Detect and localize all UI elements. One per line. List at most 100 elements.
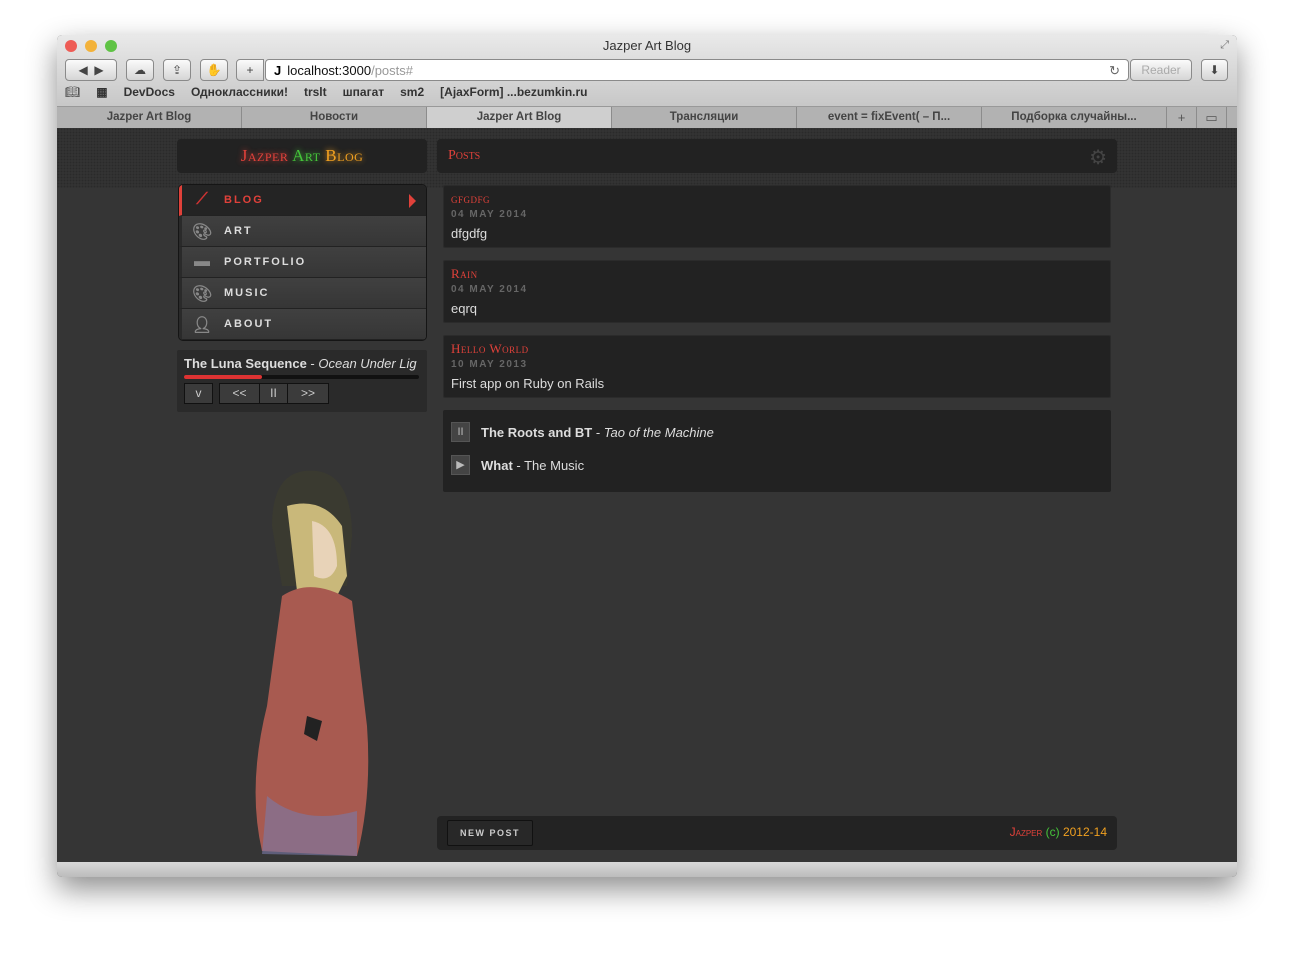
tab[interactable]: Jazper Art Blog: [57, 107, 242, 128]
status-bar: [57, 862, 1237, 877]
bookmark[interactable]: trslt: [304, 85, 327, 99]
reading-list-icon[interactable]: 📖︎: [65, 85, 80, 99]
post-title[interactable]: Rain: [451, 266, 478, 282]
tab-bar: Jazper Art Blog Новости Jazper Art Blog …: [57, 106, 1237, 128]
nav-item-about[interactable]: 👤︎ ABOUT: [179, 309, 426, 340]
briefcase-icon: ▬: [194, 253, 212, 270]
sep: -: [306, 356, 319, 371]
icloud-icon[interactable]: ☁: [126, 59, 154, 81]
site-logo[interactable]: Jazper Art Blog: [177, 139, 427, 173]
tab[interactable]: Трансляции: [612, 107, 797, 128]
reader-button[interactable]: Reader: [1130, 59, 1192, 81]
new-post-button[interactable]: NEW POST: [447, 820, 533, 846]
address-bar[interactable]: J localhost:3000/posts# ↻: [265, 59, 1129, 81]
bookmark[interactable]: шпагат: [343, 85, 384, 99]
music-player: The Luna Sequence - Ocean Under Lig v <<…: [177, 350, 427, 412]
prev-button[interactable]: <<: [219, 383, 260, 404]
bookmark[interactable]: sm2: [400, 85, 424, 99]
downloads-icon[interactable]: ⬇: [1201, 59, 1228, 81]
nav-item-portfolio[interactable]: ▬ PORTFOLIO: [179, 247, 426, 278]
footer: NEW POST Jazper (c) 2012-14: [437, 816, 1117, 850]
bookmarks-bar: 📖︎ ▦ DevDocs Одноклассники! trslt шпагат…: [65, 85, 588, 99]
playlist-item[interactable]: II The Roots and BT - Tao of the Machine: [451, 422, 714, 442]
post-date: 04 MAY 2014: [451, 209, 528, 220]
post-title[interactable]: Hello World: [451, 341, 529, 357]
progress-fill: [184, 375, 262, 379]
posts-header: Posts ⚙: [437, 139, 1117, 173]
active-arrow-icon: [409, 194, 416, 208]
nav-item-art[interactable]: 🎨︎ ART: [179, 216, 426, 247]
bookmark[interactable]: Одноклассники!: [191, 85, 288, 99]
track: Ocean Under Lig: [318, 356, 417, 371]
top-sites-icon[interactable]: ▦: [96, 85, 107, 99]
logo-part: Blog: [325, 146, 364, 165]
post-date: 10 MAY 2013: [451, 359, 528, 370]
artist: The Roots and BT: [481, 424, 593, 440]
bookmark[interactable]: DevDocs: [124, 85, 175, 99]
pause-button[interactable]: II: [259, 383, 288, 404]
playlist: II The Roots and BT - Tao of the Machine…: [443, 410, 1111, 492]
tab-active[interactable]: Jazper Art Blog: [427, 107, 612, 128]
post-item[interactable]: Rain 04 MAY 2014 eqrq: [443, 260, 1111, 323]
now-playing: The Luna Sequence - Ocean Under Lig: [184, 356, 420, 371]
copyright: Jazper (c) 2012-14: [1010, 825, 1107, 839]
reload-icon[interactable]: ↻: [1109, 63, 1120, 79]
user-icon: 👤︎: [192, 317, 215, 334]
palette-icon: 🎨︎: [192, 224, 215, 241]
window-title: Jazper Art Blog: [602, 38, 692, 53]
post-item[interactable]: Hello World 10 MAY 2013 First app on Rub…: [443, 335, 1111, 398]
post-body: dfgdfg: [451, 226, 488, 241]
fullscreen-icon[interactable]: ⤢: [1220, 39, 1229, 52]
artist: What: [481, 457, 513, 473]
brush-icon: ⟋: [196, 191, 210, 208]
copy-years: 2012-14: [1062, 825, 1107, 839]
toggle-button[interactable]: v: [184, 383, 213, 404]
url-path: /posts#: [371, 62, 413, 78]
gear-icon[interactable]: ⚙: [1089, 145, 1107, 170]
browser-window: Jazper Art Blog ⤢ ◀ ▶ ☁ ⇪ ✋ + J localhos…: [57, 35, 1237, 877]
playlist-item[interactable]: ▶ What - The Music: [451, 455, 584, 475]
play-icon[interactable]: ▶: [451, 455, 470, 475]
post-body: eqrq: [451, 301, 478, 316]
sep: -: [512, 457, 525, 473]
nav-label: ABOUT: [224, 318, 274, 330]
nav-item-blog[interactable]: ⟋ BLOG: [179, 185, 426, 216]
nav-label: PORTFOLIO: [224, 256, 307, 268]
adblock-icon[interactable]: ✋: [200, 59, 228, 81]
character-illustration: [255, 470, 369, 856]
copy-name: Jazper: [1009, 825, 1043, 839]
track: Tao of the Machine: [603, 424, 714, 440]
tab[interactable]: event = fixEvent( – П...: [797, 107, 982, 128]
back-forward-buttons[interactable]: ◀ ▶: [65, 59, 117, 81]
sep: -: [592, 424, 604, 440]
logo-part: Jazper: [240, 146, 293, 165]
nav-label: MUSIC: [224, 287, 270, 299]
nav-item-music[interactable]: 🎨︎ MUSIC: [179, 278, 426, 309]
url-host: localhost:3000: [287, 62, 372, 78]
copy-c: (c): [1042, 825, 1063, 839]
progress-bar[interactable]: [184, 375, 419, 379]
artist: The Luna Sequence: [184, 356, 307, 371]
page-title: Posts: [448, 148, 481, 163]
site-favicon-icon: J: [274, 62, 282, 78]
new-tab-button[interactable]: +: [1167, 107, 1197, 128]
tab-overview-icon[interactable]: ▭: [1197, 107, 1227, 128]
track: The Music: [524, 457, 585, 473]
tab[interactable]: Новости: [242, 107, 427, 128]
browser-chrome: Jazper Art Blog ⤢ ◀ ▶ ☁ ⇪ ✋ + J localhos…: [57, 35, 1237, 128]
bookmark[interactable]: [AjaxForm] ...bezumkin.ru: [440, 85, 587, 99]
palette-icon: 🎨︎: [192, 286, 215, 303]
logo-part: Art: [292, 146, 326, 165]
post-body: First app on Ruby on Rails: [451, 376, 605, 391]
pause-icon[interactable]: II: [451, 422, 470, 442]
post-item[interactable]: gfgdfg 04 MAY 2014 dfgdfg: [443, 185, 1111, 248]
nav-label: BLOG: [224, 194, 264, 206]
nav-label: ART: [224, 225, 253, 237]
add-bookmark-button[interactable]: +: [236, 59, 264, 81]
share-icon[interactable]: ⇪: [163, 59, 191, 81]
page-content: Jazper Art Blog ⟋ BLOG 🎨︎ ART ▬ PORTFOLIO 🎨…: [57, 128, 1237, 862]
next-button[interactable]: >>: [287, 383, 329, 404]
tab[interactable]: Подборка случайны...: [982, 107, 1167, 128]
post-date: 04 MAY 2014: [451, 284, 528, 295]
post-title[interactable]: gfgdfg: [451, 191, 490, 207]
